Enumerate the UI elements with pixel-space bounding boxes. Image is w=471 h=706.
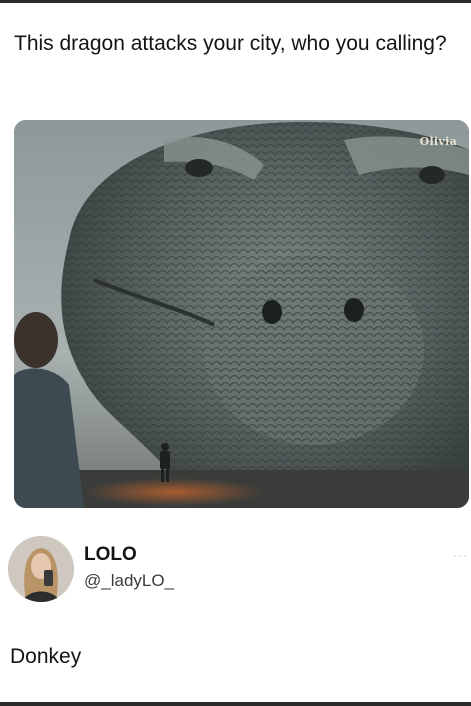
post-text: This dragon attacks your city, who you c… [14, 32, 447, 55]
top-border [0, 0, 471, 3]
dragon-illustration [14, 120, 469, 508]
more-options-icon[interactable]: ··· [453, 548, 468, 562]
post-image[interactable]: Olivia [14, 120, 469, 508]
reply-text: Donkey [10, 645, 82, 668]
avatar[interactable] [8, 536, 74, 602]
bottom-border [0, 702, 471, 706]
display-name[interactable]: LOLO [84, 544, 137, 566]
watermark-text: Olivia [419, 135, 457, 148]
avatar-image [8, 536, 74, 602]
reply-author: LOLO @_ladyLO_ ··· [8, 536, 468, 608]
user-handle[interactable]: @_ladyLO_ [84, 571, 174, 591]
